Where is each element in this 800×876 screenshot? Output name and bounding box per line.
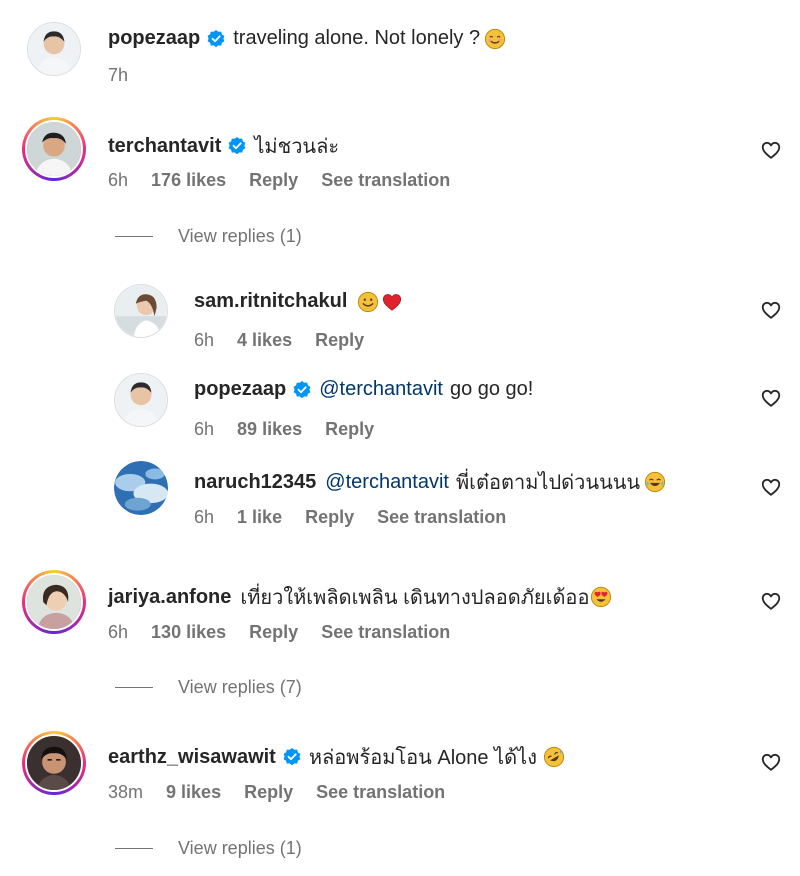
view-replies-button[interactable]: View replies (7)	[115, 677, 302, 698]
comment-time: 6h	[194, 330, 215, 350]
likes-count[interactable]: 176 likes	[151, 170, 226, 190]
reply-button[interactable]: Reply	[315, 330, 364, 350]
view-replies-button[interactable]: View replies (1)	[115, 226, 302, 247]
heart-outline-icon[interactable]	[760, 476, 782, 498]
verified-badge-icon	[206, 29, 226, 49]
heart-eyes-face-icon	[590, 586, 612, 608]
avatar[interactable]	[114, 373, 168, 427]
grinning-face-icon	[357, 291, 379, 313]
verified-badge-icon	[282, 747, 302, 767]
avatar[interactable]	[114, 461, 168, 515]
likes-count[interactable]: 130 likes	[151, 622, 226, 642]
red-heart-icon	[381, 291, 403, 313]
view-replies-button[interactable]: View replies (1)	[115, 838, 302, 859]
verified-badge-icon	[292, 380, 312, 400]
see-translation-link[interactable]: See translation	[321, 170, 450, 190]
see-translation-link[interactable]: See translation	[321, 622, 450, 642]
mention-link[interactable]: @terchantavit	[319, 378, 443, 401]
verified-badge-icon	[227, 136, 247, 156]
tears-of-joy-face-icon	[644, 471, 666, 493]
avatar[interactable]	[22, 117, 86, 181]
divider	[115, 236, 153, 237]
likes-count[interactable]: 1 like	[237, 507, 282, 527]
comment-time: 7h	[108, 65, 129, 85]
comment-time: 38m	[108, 782, 144, 802]
likes-count[interactable]: 89 likes	[237, 419, 302, 439]
rolling-laughing-face-icon	[543, 746, 565, 768]
divider	[115, 687, 153, 688]
comment-text: go go go!	[449, 378, 534, 400]
heart-outline-icon[interactable]	[760, 139, 782, 161]
view-replies-label: View replies (1)	[178, 838, 302, 858]
heart-outline-icon[interactable]	[760, 299, 782, 321]
reply-button[interactable]: Reply	[244, 782, 293, 802]
divider	[115, 848, 153, 849]
avatar[interactable]	[22, 570, 86, 634]
comment-username[interactable]: earthz_wisawawit	[108, 746, 276, 769]
comment-time: 6h	[194, 507, 215, 527]
view-replies-label: View replies (7)	[178, 677, 302, 697]
comment-username[interactable]: jariya.anfone	[108, 586, 231, 609]
comment-time: 6h	[194, 419, 215, 439]
comment-username[interactable]: terchantavit	[108, 135, 221, 158]
comment-time: 6h	[108, 170, 129, 190]
reply-button[interactable]: Reply	[249, 170, 298, 190]
comment-username[interactable]: popezaap	[194, 378, 286, 401]
comment-text: ไม่ชวนล่ะ	[254, 136, 340, 158]
avatar[interactable]	[27, 22, 81, 76]
reply-button[interactable]: Reply	[249, 622, 298, 642]
avatar[interactable]	[114, 284, 168, 338]
comment-time: 6h	[108, 622, 129, 642]
comment-username[interactable]: naruch12345	[194, 471, 316, 494]
comment-text: เที่ยวให้เพลิดเพลิน เดินทางปลอดภัยเด้ออ	[240, 587, 590, 609]
smiling-face-icon	[484, 28, 506, 50]
likes-count[interactable]: 4 likes	[237, 330, 292, 350]
view-replies-label: View replies (1)	[178, 226, 302, 246]
mention-link[interactable]: @terchantavit	[325, 471, 449, 494]
heart-outline-icon[interactable]	[760, 751, 782, 773]
see-translation-link[interactable]: See translation	[377, 507, 506, 527]
heart-outline-icon[interactable]	[760, 590, 782, 612]
reply-button[interactable]: Reply	[325, 419, 374, 439]
comment-username[interactable]: popezaap	[108, 27, 200, 50]
comment-text: หล่อพร้อมโอน Alone ได้ไง	[308, 747, 537, 769]
comment-username[interactable]: sam.ritnitchakul	[194, 290, 347, 313]
comment-text: traveling alone. Not lonely ?	[233, 27, 481, 49]
likes-count[interactable]: 9 likes	[166, 782, 221, 802]
heart-outline-icon[interactable]	[760, 387, 782, 409]
reply-button[interactable]: Reply	[305, 507, 354, 527]
comment-text: พี่เต๋อตามไปด่วนนนน	[456, 472, 641, 494]
avatar[interactable]	[22, 731, 86, 795]
see-translation-link[interactable]: See translation	[316, 782, 445, 802]
